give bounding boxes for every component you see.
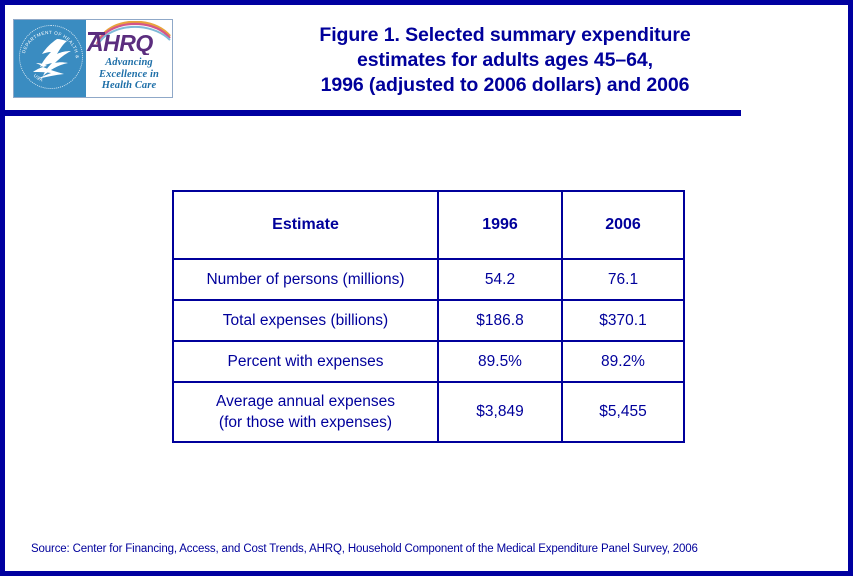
figure-title: Figure 1. Selected summary expenditure e… — [195, 23, 815, 98]
row-label-line-1: Average annual expenses — [216, 393, 395, 410]
ahrq-wordmark: AHRQ — [86, 31, 172, 55]
cell-2006-percent-with-expenses: 89.2% — [561, 340, 685, 383]
slide-header: DEPARTMENT OF HEALTH & HUMAN SERVICES US… — [5, 5, 848, 101]
cell-2006-number-of-persons: 76.1 — [561, 258, 685, 301]
column-header-estimate: Estimate — [172, 190, 439, 260]
table-row: Total expenses (billions) $186.8 $370.1 — [172, 299, 685, 342]
ahrq-tagline-line-2: Excellence in — [99, 68, 159, 80]
cell-2006-total-expenses: $370.1 — [561, 299, 685, 342]
row-label-percent-with-expenses: Percent with expenses — [172, 340, 439, 383]
source-note: Source: Center for Financing, Access, an… — [31, 543, 698, 555]
table-row: Average annual expenses (for those with … — [172, 381, 685, 443]
column-header-2006: 2006 — [561, 190, 685, 260]
row-label-total-expenses: Total expenses (billions) — [172, 299, 439, 342]
column-header-1996: 1996 — [437, 190, 563, 260]
row-label-number-of-persons: Number of persons (millions) — [172, 258, 439, 301]
header-divider-rule — [5, 110, 741, 116]
figure-title-line-2: estimates for adults ages 45–64, — [357, 49, 653, 71]
table-row: Number of persons (millions) 54.2 76.1 — [172, 258, 685, 301]
row-label-line-2: (for those with expenses) — [218, 414, 393, 431]
figure-title-line-3: 1996 (adjusted to 2006 dollars) and 2006 — [320, 74, 690, 96]
figure-title-line-1: Figure 1. Selected summary expenditure — [319, 24, 691, 46]
ahrq-tagline-line-3: Health Care — [101, 80, 157, 91]
ahrq-letters-icon: AHRQ — [86, 31, 154, 55]
table-row: Percent with expenses 89.5% 89.2% — [172, 340, 685, 383]
ahrq-tagline: Advancing Excellence in Health Care — [86, 57, 172, 92]
cell-1996-percent-with-expenses: 89.5% — [437, 340, 563, 383]
hhs-seal-icon: DEPARTMENT OF HEALTH & HUMAN SERVICES US… — [14, 20, 86, 97]
ahrq-hhs-logo: DEPARTMENT OF HEALTH & HUMAN SERVICES US… — [13, 19, 173, 98]
table-header-row: Estimate 1996 2006 — [172, 190, 685, 260]
ahrq-wordmark-block: AHRQ Advancing Excellence in Health Care — [86, 20, 172, 97]
cell-1996-number-of-persons: 54.2 — [437, 258, 563, 301]
slide-canvas: DEPARTMENT OF HEALTH & HUMAN SERVICES US… — [0, 0, 853, 576]
hhs-eagle-icon — [33, 39, 71, 79]
cell-2006-average-annual-expenses: $5,455 — [561, 381, 685, 443]
ahrq-tagline-line-1: Advancing — [105, 57, 153, 68]
cell-1996-total-expenses: $186.8 — [437, 299, 563, 342]
row-label-average-annual-expenses: Average annual expenses (for those with … — [172, 381, 439, 443]
summary-expenditure-table: Estimate 1996 2006 Number of persons (mi… — [172, 190, 685, 443]
cell-1996-average-annual-expenses: $3,849 — [437, 381, 563, 443]
